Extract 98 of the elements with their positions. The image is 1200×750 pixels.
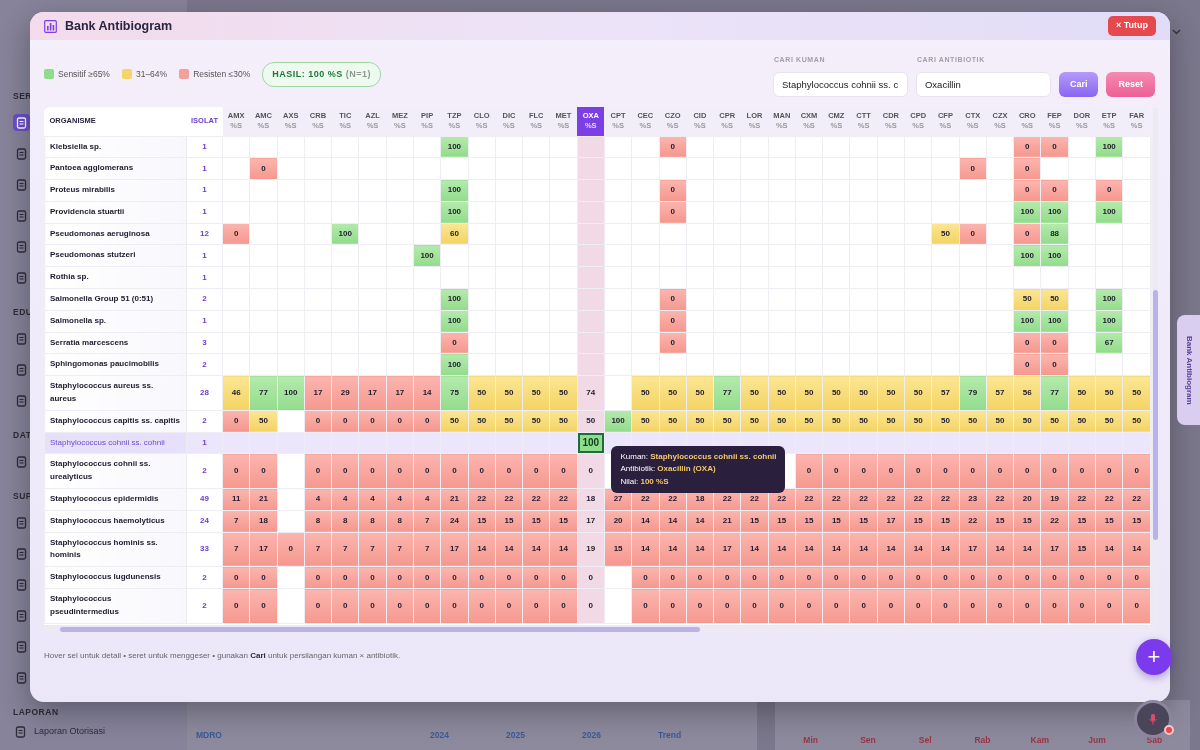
isolate-count: 28	[186, 375, 223, 411]
organism-cell[interactable]: Rothia sp.	[44, 266, 187, 289]
close-button[interactable]: × Tutup	[1107, 16, 1156, 36]
isolate-count: 49	[186, 488, 223, 511]
document-icon	[16, 578, 27, 591]
isolate-count: 1	[186, 157, 223, 180]
section-label: LAPORAN	[13, 706, 59, 719]
section-label: DAT	[13, 429, 32, 442]
weekday-label: Rab	[973, 734, 992, 747]
isolate-count: 33	[186, 532, 223, 567]
organism-cell[interactable]: Salmonella sp.	[44, 310, 187, 333]
column-header: 2026	[582, 730, 601, 740]
sidebar-link[interactable]: Laporan Otorisasi	[13, 723, 106, 739]
weekday-label: Sel	[917, 734, 933, 747]
document-icon	[15, 725, 26, 738]
organism-cell[interactable]: Pantoea agglomerans	[44, 157, 187, 180]
isolate-count: 2	[186, 410, 223, 433]
legend-label: Sensitif ≥65%	[58, 67, 110, 81]
column-header: Trend	[658, 730, 682, 740]
result-badge: HASIL: 100 %S (N=1)	[262, 61, 382, 87]
organism-cell[interactable]: Staphylococcus capitis ss. capitis	[44, 410, 187, 433]
percent-cell[interactable]: 0	[659, 136, 687, 158]
weekday-label: Min	[802, 734, 819, 747]
percent-cell[interactable]: 0	[1013, 136, 1041, 158]
organism-cell[interactable]: Pseudomonas aeruginosa	[44, 223, 187, 245]
document-icon	[16, 209, 27, 222]
isolate-count: 1	[186, 245, 223, 267]
section-label: SER	[13, 90, 32, 103]
notification-dot	[1164, 725, 1174, 735]
organism-cell[interactable]: Staphylococcus haemolyticus	[44, 510, 187, 533]
document-icon	[16, 240, 27, 253]
isolate-count: 2	[186, 566, 223, 589]
hint-text: Hover sel untuk detail • seret untuk menggeser • gunakan Cari untuk persilangan kuman × antibiotik.	[44, 651, 401, 660]
document-icon	[16, 363, 27, 376]
organism-cell[interactable]: Staphylococcus hominis ss. hominis	[44, 532, 187, 567]
organism-cell[interactable]: Providencia stuartii	[44, 201, 187, 224]
organism-cell[interactable]: Salmonella Group 51 (0:51)	[44, 288, 187, 311]
isolate-count: 1	[186, 310, 223, 333]
document-icon	[16, 547, 27, 560]
isolate-count: 24	[186, 510, 223, 533]
column-header: 2024	[430, 730, 449, 740]
document-icon	[16, 671, 27, 684]
column-header: MDRO	[196, 730, 222, 740]
nav-button[interactable]	[13, 114, 30, 131]
isolate-count: 1	[186, 136, 223, 158]
organism-cell[interactable]: Staphylococcus cohnii ss. cohnii	[44, 432, 187, 454]
organism-cell[interactable]: Staphylococcus aureus ss. aureus	[44, 375, 187, 411]
organism-cell[interactable]: Staphylococcus epidermidis	[44, 488, 187, 511]
legend-label: Resisten ≤30%	[193, 67, 251, 81]
document-icon	[16, 455, 27, 468]
weekday-label: Sab	[1145, 734, 1164, 747]
isolate-count: 1	[186, 266, 223, 289]
organism-cell[interactable]: Sphingomonas paucimobilis	[44, 353, 187, 376]
search-field[interactable]: Staphylococcus cohnii ss. c	[772, 72, 908, 97]
document-icon	[16, 116, 27, 129]
organism-cell[interactable]: Staphylococcus pseudintermedius	[44, 588, 187, 624]
organism-cell[interactable]: Klebsiella sp.	[44, 136, 187, 158]
isolate-count: 3	[186, 332, 223, 354]
search-field[interactable]: Oxacillin	[915, 72, 1051, 97]
section-label: SUP	[13, 490, 32, 503]
weekday-label: Jum	[1087, 734, 1107, 747]
organism-cell[interactable]: Staphylococcus lugdunensis	[44, 566, 187, 589]
percent-cell[interactable]: 100	[1095, 136, 1123, 158]
organism-cell[interactable]: Pseudomonas stutzeri	[44, 245, 187, 267]
isolate-count: 1	[186, 201, 223, 224]
tooltip-line: Nilai: 100 %S	[620, 475, 670, 488]
tooltip-line: Kuman: Staphylococcus cohnii ss. cohnii	[620, 450, 777, 463]
percent-cell[interactable]: 0	[1040, 136, 1069, 158]
side-tab[interactable]: Bank Antibiogram	[1177, 315, 1200, 425]
document-icon	[16, 640, 27, 653]
chart-icon	[44, 19, 57, 33]
percent-cell[interactable]: 100	[440, 136, 469, 158]
organism-cell[interactable]: Proteus mirabilis	[44, 179, 187, 202]
organism-cell[interactable]: Staphylococcus cohnii ss. urealyticus	[44, 453, 187, 489]
horizontal-scrollbar[interactable]	[44, 627, 1158, 632]
weekday-label: Kam	[1029, 734, 1050, 747]
vertical-scrollbar[interactable]	[1153, 107, 1158, 625]
isolate-count: 2	[186, 353, 223, 376]
isolate-count: 12	[186, 223, 223, 245]
modal-title: Bank Antibiogram	[65, 17, 173, 35]
document-icon	[16, 394, 27, 407]
tooltip-line: Antibiotik: Oxacillin (OXA)	[620, 463, 717, 476]
document-icon	[16, 178, 27, 191]
document-icon	[16, 609, 27, 622]
isolate-count: 2	[186, 453, 223, 489]
document-icon	[16, 332, 27, 345]
microphone-icon	[1147, 713, 1159, 725]
legend-label: 31–64%	[135, 67, 168, 81]
document-icon	[16, 271, 27, 284]
document-icon	[16, 516, 27, 529]
organism-cell[interactable]: Serratia marcescens	[44, 332, 187, 354]
column-header: 2025	[506, 730, 525, 740]
isolate-count: 2	[186, 588, 223, 624]
document-icon	[16, 147, 27, 160]
weekday-label: Sen	[859, 734, 877, 747]
chevron-icon	[1171, 27, 1182, 36]
isolate-count: 2	[186, 288, 223, 311]
isolate-count: 1	[186, 179, 223, 202]
